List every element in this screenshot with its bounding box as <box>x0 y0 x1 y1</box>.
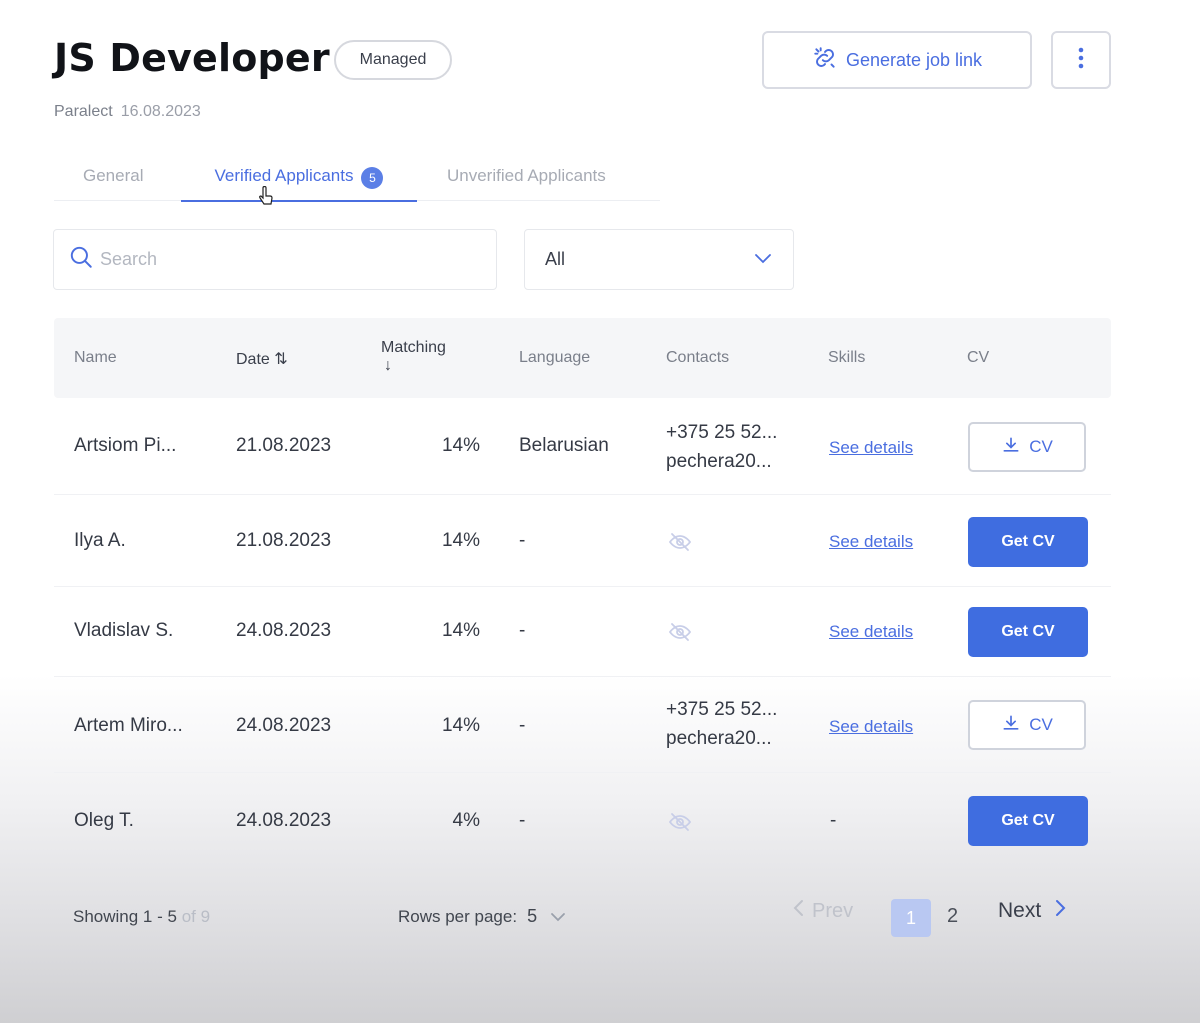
see-details-link[interactable]: See details <box>829 438 913 458</box>
header-name[interactable]: Name <box>74 349 117 367</box>
applicant-contacts: +375 25 52... pechera20... <box>666 695 777 753</box>
download-cv-button[interactable]: CV <box>968 700 1086 750</box>
tab-label: Verified Applicants <box>214 166 354 185</box>
chevron-down-icon <box>542 906 566 926</box>
table-row[interactable]: Oleg T. 24.08.2023 4% - - Get CV <box>54 773 1111 869</box>
applicant-phone: +375 25 52... <box>666 699 778 720</box>
rows-per-page-label: Rows per page: <box>398 906 518 926</box>
download-icon <box>1001 713 1021 738</box>
applicant-date: 21.08.2023 <box>236 435 332 456</box>
applicant-matching: 14% <box>441 715 480 736</box>
applicants-table: Name Date ⇅ Matching ↓ Language Contacts… <box>54 318 1111 878</box>
rows-per-page-value: 5 <box>527 906 538 926</box>
get-cv-button[interactable]: Get CV <box>968 517 1088 567</box>
see-details-link[interactable]: See details <box>829 532 913 552</box>
page-1-button[interactable]: 1 <box>891 899 931 937</box>
table-row[interactable]: Artem Miro... 24.08.2023 14% - +375 25 5… <box>54 677 1111 773</box>
applicant-language: - <box>519 620 526 641</box>
prev-page-button[interactable]: Prev <box>792 899 853 923</box>
get-cv-button[interactable]: Get CV <box>968 796 1088 846</box>
job-date: 16.08.2023 <box>120 103 201 120</box>
applicant-name: Artem Miro... <box>74 715 183 736</box>
download-icon <box>1001 435 1021 460</box>
tab-unverified-applicants[interactable]: Unverified Applicants <box>447 166 606 186</box>
download-cv-button[interactable]: CV <box>968 422 1086 472</box>
applicant-matching: 14% <box>441 530 480 551</box>
table-row[interactable]: Artsiom Pi... 21.08.2023 14% Belarusian … <box>54 398 1111 495</box>
applicant-date: 24.08.2023 <box>236 715 332 736</box>
skills-empty: - <box>830 810 837 831</box>
applicant-email: pechera20... <box>666 728 772 749</box>
rows-per-page: Rows per page: 5 <box>398 906 566 927</box>
chevron-right-icon <box>1049 899 1067 923</box>
tab-general[interactable]: General <box>83 166 143 186</box>
applicant-name: Artsiom Pi... <box>74 435 177 456</box>
search-icon <box>68 244 94 275</box>
showing-count: Showing 1 - 5 of 9 <box>73 907 210 927</box>
table-row[interactable]: Ilya A. 21.08.2023 14% - See details Get… <box>54 495 1111 587</box>
chevron-down-icon <box>753 249 773 270</box>
eye-off-icon <box>668 532 692 557</box>
applicant-phone: +375 25 52... <box>666 422 778 443</box>
applicant-matching: 4% <box>452 810 480 831</box>
next-label: Next <box>998 899 1042 922</box>
cv-label: CV <box>1029 437 1053 456</box>
applicant-date: 21.08.2023 <box>236 530 332 551</box>
applicant-name: Oleg T. <box>74 810 134 831</box>
see-details-link[interactable]: See details <box>829 622 913 642</box>
table-row[interactable]: Vladislav S. 24.08.2023 14% - See detail… <box>54 587 1111 677</box>
search-box <box>53 229 497 290</box>
link-icon <box>812 45 838 76</box>
select-value: All <box>545 249 566 269</box>
applicant-contacts: +375 25 52... pechera20... <box>666 418 777 476</box>
eye-off-icon <box>668 812 692 837</box>
page-2-button[interactable]: 2 <box>947 905 958 928</box>
generate-job-link-label: Generate job link <box>845 49 983 70</box>
page-title: JS Developer <box>54 36 330 80</box>
applicant-matching: 14% <box>441 620 480 641</box>
table-header: Name Date ⇅ Matching ↓ Language Contacts… <box>54 318 1111 398</box>
applicant-language: - <box>519 810 526 831</box>
showing-total: of 9 <box>181 907 211 926</box>
chevron-left-icon <box>792 899 804 923</box>
eye-off-icon <box>668 622 692 647</box>
cursor-icon <box>257 185 275 213</box>
status-filter-select[interactable]: All <box>524 229 794 290</box>
rows-per-page-select[interactable]: 5 <box>527 906 566 927</box>
cv-label: CV <box>1029 715 1053 734</box>
see-details-link[interactable]: See details <box>829 717 913 737</box>
applicant-language: - <box>519 530 526 551</box>
sort-arrow-icon: ↓ <box>384 357 392 374</box>
get-cv-button[interactable]: Get CV <box>968 607 1088 657</box>
applicant-matching: 14% <box>441 435 480 456</box>
header-skills: Skills <box>828 349 866 366</box>
generate-job-link-button[interactable]: Generate job link <box>762 31 1032 89</box>
applicant-date: 24.08.2023 <box>236 810 332 831</box>
job-meta: Paralect 16.08.2023 <box>54 103 201 121</box>
applicant-date: 24.08.2023 <box>236 620 332 641</box>
managed-badge: Managed <box>334 40 452 80</box>
applicant-language: Belarusian <box>519 435 609 456</box>
applicants-count-badge: 5 <box>361 167 384 189</box>
prev-label: Prev <box>812 899 854 922</box>
header-matching-label: Matching <box>381 339 446 356</box>
applicant-name: Ilya A. <box>74 530 126 551</box>
applicant-name: Vladislav S. <box>74 620 174 641</box>
header-contacts: Contacts <box>666 349 730 366</box>
tab-verified-applicants[interactable]: Verified Applicants 5 <box>181 166 417 202</box>
applicant-language: - <box>519 715 526 736</box>
next-page-button[interactable]: Next <box>998 899 1067 923</box>
search-input[interactable] <box>100 249 480 270</box>
kebab-icon <box>1078 46 1084 75</box>
company-name: Paralect <box>54 103 113 120</box>
more-options-button[interactable] <box>1051 31 1111 89</box>
header-matching[interactable]: Matching ↓ <box>381 339 446 375</box>
showing-range: Showing 1 - 5 <box>73 907 177 926</box>
applicant-email: pechera20... <box>666 451 772 472</box>
header-date[interactable]: Date ⇅ <box>236 349 288 369</box>
header-language: Language <box>519 349 591 366</box>
header-cv: CV <box>967 349 990 366</box>
